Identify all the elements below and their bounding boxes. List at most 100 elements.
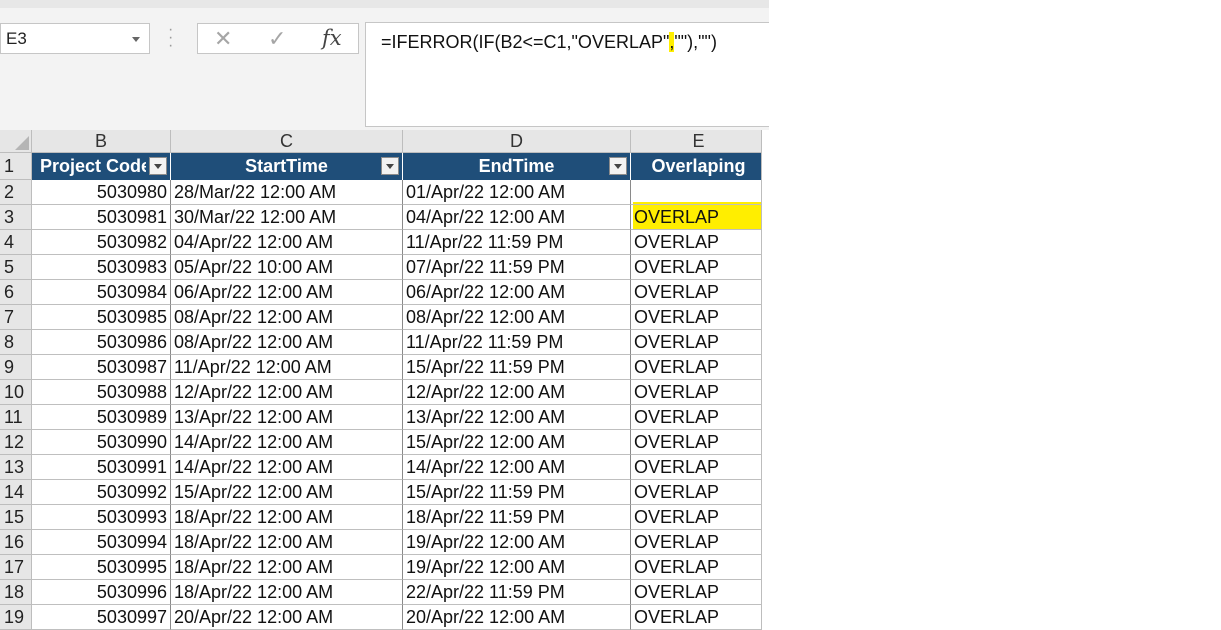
cell-e2[interactable] xyxy=(631,180,767,205)
cell-e17[interactable]: OVERLAP xyxy=(631,555,767,580)
cell-c16[interactable]: 18/Apr/22 12:00 AM xyxy=(171,530,403,555)
cell-d16[interactable]: 19/Apr/22 12:00 AM xyxy=(403,530,631,555)
chevron-down-icon[interactable] xyxy=(132,37,140,42)
select-all-corner[interactable] xyxy=(0,130,32,153)
cell-e6[interactable]: OVERLAP xyxy=(631,280,767,305)
row-header[interactable]: 11 xyxy=(0,405,32,430)
cell-e10[interactable]: OVERLAP xyxy=(631,380,767,405)
column-header-b[interactable]: B xyxy=(32,130,171,153)
row-header[interactable]: 13 xyxy=(0,455,32,480)
filter-dropdown-icon[interactable] xyxy=(149,157,167,175)
cell-d3[interactable]: 04/Apr/22 12:00 AM xyxy=(403,205,631,230)
cell-b6[interactable]: 5030984 xyxy=(32,280,171,305)
cell-c7[interactable]: 08/Apr/22 12:00 AM xyxy=(171,305,403,330)
cell-e9[interactable]: OVERLAP xyxy=(631,355,767,380)
cell-b11[interactable]: 5030989 xyxy=(32,405,171,430)
row-header[interactable]: 10 xyxy=(0,380,32,405)
row-header[interactable]: 18 xyxy=(0,580,32,605)
cell-d19[interactable]: 20/Apr/22 12:00 AM xyxy=(403,605,631,630)
cell-b9[interactable]: 5030987 xyxy=(32,355,171,380)
cell-c8[interactable]: 08/Apr/22 12:00 AM xyxy=(171,330,403,355)
insert-function-icon[interactable]: fx xyxy=(322,26,342,50)
row-header[interactable]: 6 xyxy=(0,280,32,305)
cell-c6[interactable]: 06/Apr/22 12:00 AM xyxy=(171,280,403,305)
cell-e13[interactable]: OVERLAP xyxy=(631,455,767,480)
cell-c13[interactable]: 14/Apr/22 12:00 AM xyxy=(171,455,403,480)
cell-b2[interactable]: 5030980 xyxy=(32,180,171,205)
table-header-e[interactable]: Overlaping xyxy=(631,153,767,180)
cell-c4[interactable]: 04/Apr/22 12:00 AM xyxy=(171,230,403,255)
cell-b12[interactable]: 5030990 xyxy=(32,430,171,455)
cell-c3[interactable]: 30/Mar/22 12:00 AM xyxy=(171,205,403,230)
formula-input[interactable]: =IFERROR(IF(B2<=C1,"OVERLAP",""),"") xyxy=(365,22,769,127)
row-header[interactable]: 2 xyxy=(0,180,32,205)
row-header[interactable]: 1 xyxy=(0,153,32,180)
cell-b13[interactable]: 5030991 xyxy=(32,455,171,480)
cell-c17[interactable]: 18/Apr/22 12:00 AM xyxy=(171,555,403,580)
cell-d6[interactable]: 06/Apr/22 12:00 AM xyxy=(403,280,631,305)
cell-b3[interactable]: 5030981 xyxy=(32,205,171,230)
cell-d5[interactable]: 07/Apr/22 11:59 PM xyxy=(403,255,631,280)
cell-b16[interactable]: 5030994 xyxy=(32,530,171,555)
cell-d11[interactable]: 13/Apr/22 12:00 AM xyxy=(403,405,631,430)
cell-c18[interactable]: 18/Apr/22 12:00 AM xyxy=(171,580,403,605)
column-header-d[interactable]: D xyxy=(403,130,631,153)
cell-c5[interactable]: 05/Apr/22 10:00 AM xyxy=(171,255,403,280)
cell-b7[interactable]: 5030985 xyxy=(32,305,171,330)
cell-e19[interactable]: OVERLAP xyxy=(631,605,767,630)
cell-c9[interactable]: 11/Apr/22 12:00 AM xyxy=(171,355,403,380)
row-header[interactable]: 9 xyxy=(0,355,32,380)
cell-e12[interactable]: OVERLAP xyxy=(631,430,767,455)
row-header[interactable]: 8 xyxy=(0,330,32,355)
cell-b10[interactable]: 5030988 xyxy=(32,380,171,405)
cell-b17[interactable]: 5030995 xyxy=(32,555,171,580)
cell-e3[interactable]: OVERLAP xyxy=(631,205,767,230)
row-header[interactable]: 12 xyxy=(0,430,32,455)
enter-check-icon[interactable]: ✓ xyxy=(268,26,286,52)
cell-d7[interactable]: 08/Apr/22 12:00 AM xyxy=(403,305,631,330)
cell-b4[interactable]: 5030982 xyxy=(32,230,171,255)
column-header-e[interactable]: E xyxy=(631,130,767,153)
row-header[interactable]: 4 xyxy=(0,230,32,255)
cell-e11[interactable]: OVERLAP xyxy=(631,405,767,430)
column-header-c[interactable]: C xyxy=(171,130,403,153)
row-header[interactable]: 3 xyxy=(0,205,32,230)
table-header-b[interactable]: Project Code xyxy=(32,153,171,180)
cell-c12[interactable]: 14/Apr/22 12:00 AM xyxy=(171,430,403,455)
cell-c15[interactable]: 18/Apr/22 12:00 AM xyxy=(171,505,403,530)
row-header[interactable]: 15 xyxy=(0,505,32,530)
name-box[interactable]: E3 xyxy=(0,23,150,54)
cell-e7[interactable]: OVERLAP xyxy=(631,305,767,330)
row-header[interactable]: 7 xyxy=(0,305,32,330)
cell-b19[interactable]: 5030997 xyxy=(32,605,171,630)
cell-e15[interactable]: OVERLAP xyxy=(631,505,767,530)
filter-dropdown-icon[interactable] xyxy=(609,157,627,175)
row-header[interactable]: 16 xyxy=(0,530,32,555)
row-header[interactable]: 17 xyxy=(0,555,32,580)
cell-d9[interactable]: 15/Apr/22 11:59 PM xyxy=(403,355,631,380)
cell-e8[interactable]: OVERLAP xyxy=(631,330,767,355)
cell-d4[interactable]: 11/Apr/22 11:59 PM xyxy=(403,230,631,255)
cell-d8[interactable]: 11/Apr/22 11:59 PM xyxy=(403,330,631,355)
cell-d18[interactable]: 22/Apr/22 11:59 PM xyxy=(403,580,631,605)
cell-e16[interactable]: OVERLAP xyxy=(631,530,767,555)
cell-b18[interactable]: 5030996 xyxy=(32,580,171,605)
cell-e14[interactable]: OVERLAP xyxy=(631,480,767,505)
cell-d10[interactable]: 12/Apr/22 12:00 AM xyxy=(403,380,631,405)
table-header-c[interactable]: StartTime xyxy=(171,153,403,180)
cell-e4[interactable]: OVERLAP xyxy=(631,230,767,255)
cell-c11[interactable]: 13/Apr/22 12:00 AM xyxy=(171,405,403,430)
cell-b8[interactable]: 5030986 xyxy=(32,330,171,355)
cancel-icon[interactable]: ✕ xyxy=(214,26,232,52)
cell-d15[interactable]: 18/Apr/22 11:59 PM xyxy=(403,505,631,530)
cell-d13[interactable]: 14/Apr/22 12:00 AM xyxy=(403,455,631,480)
cell-d14[interactable]: 15/Apr/22 11:59 PM xyxy=(403,480,631,505)
cell-d12[interactable]: 15/Apr/22 12:00 AM xyxy=(403,430,631,455)
cell-b5[interactable]: 5030983 xyxy=(32,255,171,280)
cell-e5[interactable]: OVERLAP xyxy=(631,255,767,280)
row-header[interactable]: 14 xyxy=(0,480,32,505)
cell-d17[interactable]: 19/Apr/22 12:00 AM xyxy=(403,555,631,580)
table-header-d[interactable]: EndTime xyxy=(403,153,631,180)
cell-c19[interactable]: 20/Apr/22 12:00 AM xyxy=(171,605,403,630)
cell-c2[interactable]: 28/Mar/22 12:00 AM xyxy=(171,180,403,205)
